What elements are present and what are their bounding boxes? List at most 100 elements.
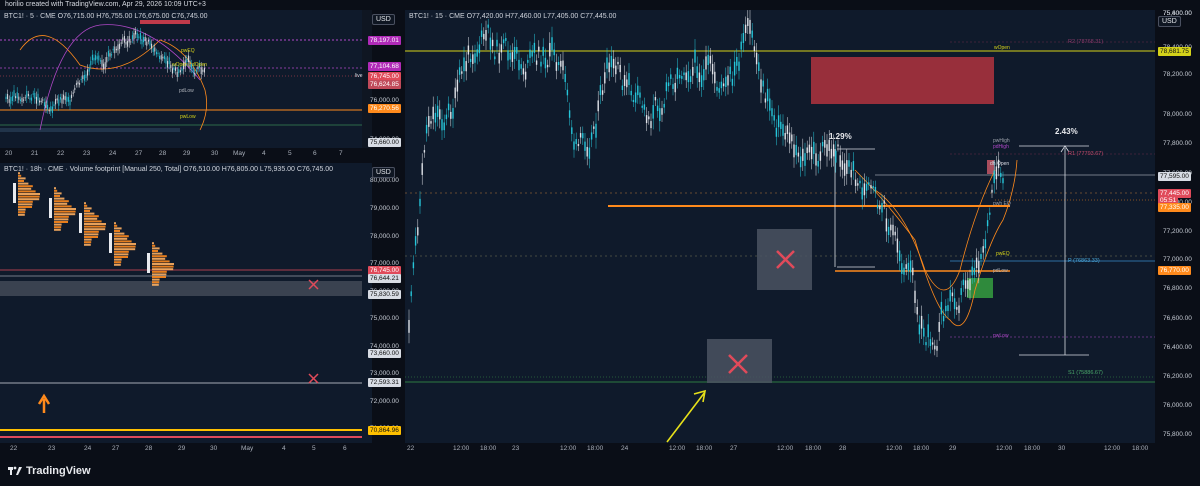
candle (151, 43, 153, 49)
candle (13, 90, 15, 97)
candle (412, 262, 415, 269)
candle (445, 114, 448, 120)
candle (797, 152, 800, 157)
candle (144, 36, 146, 42)
candle (127, 40, 129, 47)
time-tick-label: 18:00 (696, 445, 713, 452)
tradingview-logo[interactable]: TradingView (8, 465, 91, 477)
pane3-price-axis[interactable]: 78,400.0078,200.0078,000.0077,800.0077,6… (1155, 10, 1200, 443)
candle (5, 96, 7, 100)
candle (79, 83, 81, 85)
candle (808, 144, 811, 153)
footprint-bar (18, 206, 32, 208)
candle (410, 291, 412, 297)
pdlow-label: pdLow (993, 268, 1008, 274)
footprint-bar (152, 276, 166, 278)
candle (93, 57, 95, 61)
demand-zone (0, 128, 180, 132)
pane1-time-axis[interactable]: 20 21 22 23 24 27 28 29 30 May 4 5 6 7 (0, 148, 372, 160)
candle (88, 68, 90, 72)
candle (87, 69, 89, 76)
candle (984, 239, 987, 249)
candle (176, 71, 178, 77)
candle (51, 106, 53, 113)
pane3-time-axis[interactable]: 22 12:00 18:00 23 12:00 18:00 24 12:00 18:00 27 12… (405, 443, 1155, 457)
price-tag: 76,624.85 (368, 80, 401, 89)
candle (810, 146, 813, 160)
candle (716, 86, 718, 91)
footprint-bar (54, 200, 69, 203)
candle (931, 342, 934, 345)
candle (546, 64, 549, 68)
candle (540, 61, 542, 67)
candle (48, 109, 50, 112)
pane3-currency[interactable]: USD (1158, 16, 1181, 27)
candle (817, 160, 819, 167)
candle (557, 61, 560, 66)
candle (71, 94, 73, 99)
pane-15min[interactable]: BTC1! · 15 · CME O77,420.00 H77,460.00 L… (405, 10, 1155, 443)
candle (152, 48, 154, 53)
candle (123, 35, 125, 43)
candle (782, 124, 784, 136)
candle (414, 236, 417, 246)
candle (465, 61, 467, 72)
candle (874, 186, 877, 192)
time-tick-label: 27 (112, 445, 120, 452)
candle (764, 98, 767, 103)
candle (74, 87, 76, 90)
candle (663, 103, 665, 108)
pane1-plot[interactable] (0, 10, 372, 160)
footprint-bar (18, 203, 33, 206)
cross-mark (308, 373, 319, 384)
pane3-plot[interactable] (405, 10, 1155, 443)
time-tick-label: 12:00 (777, 445, 794, 452)
pane2-currency[interactable]: USD (372, 167, 395, 178)
candle (128, 36, 130, 43)
footprint-bar (54, 223, 62, 226)
footprint-bar (114, 250, 129, 253)
pane-5min[interactable]: BTC1! · 5 · CME O76,715.00 H76,755.00 L7… (0, 10, 372, 160)
candle (461, 71, 463, 74)
footprint-bar (152, 257, 166, 260)
candle (37, 93, 39, 101)
footprint-bar (18, 213, 25, 216)
candle (630, 90, 632, 96)
p1-live-label: live (355, 73, 363, 79)
pane2-price-axis[interactable]: 80,000.0079,000.0078,000.0077,000.0076,0… (362, 163, 402, 443)
candle (826, 144, 828, 157)
price-tick-label: 79,000.00 (370, 205, 399, 212)
time-tick-label: 28 (145, 445, 153, 452)
pane-18h-footprint[interactable]: BTC1! · 18h · CME · Volume footprint [Ma… (0, 163, 372, 443)
time-tick-label: 18:00 (1024, 445, 1041, 452)
candle (136, 32, 138, 39)
candle (777, 115, 780, 128)
candle (881, 202, 883, 213)
pane1-currency[interactable]: USD (372, 14, 395, 25)
price-tag: 78,681.75 (1158, 47, 1191, 56)
candle (975, 257, 978, 268)
candle (518, 59, 520, 71)
candle (141, 39, 143, 45)
candle (909, 260, 912, 273)
candle (766, 88, 769, 102)
candle (962, 279, 965, 286)
time-tick-label: 5 (312, 445, 316, 452)
pane1-price-axis[interactable]: 77,000.0076,000.0074,000.0078,197.0177,1… (362, 10, 402, 160)
candle (472, 54, 474, 64)
price-tick-label: 76,800.00 (1163, 285, 1192, 292)
candle (67, 97, 69, 102)
footprint-bar (54, 192, 62, 195)
pane2-plot[interactable] (0, 163, 372, 443)
candle (39, 100, 41, 103)
candle (456, 79, 459, 92)
chart-header: horilio created with TradingView.com, Ap… (0, 0, 1200, 10)
pane2-time-axis[interactable]: 22 23 24 27 28 29 30 May 4 5 6 (0, 443, 372, 457)
target-line (0, 429, 362, 431)
time-tick-label: May (241, 445, 254, 452)
candle (107, 50, 109, 57)
candle (725, 76, 727, 88)
up-arrow-icon (37, 393, 51, 413)
footprint-bar (114, 230, 120, 232)
candle (138, 36, 140, 38)
